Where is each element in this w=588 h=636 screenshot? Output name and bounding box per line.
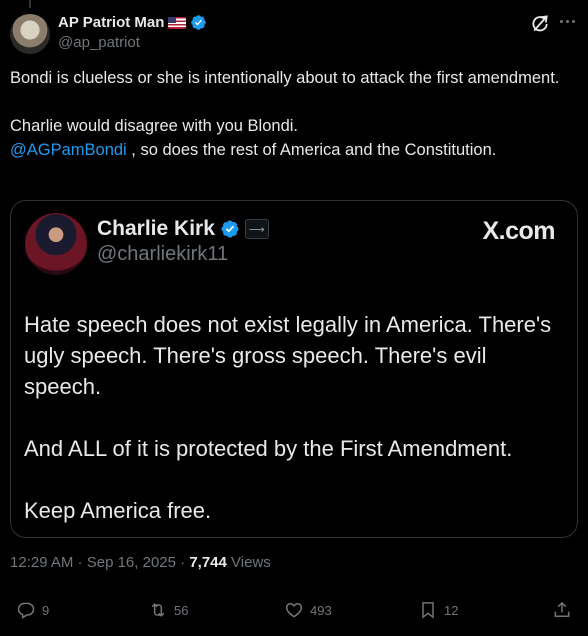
verified-badge-icon	[221, 220, 239, 238]
tweet-line-3: @AGPamBondi , so does the rest of Americ…	[10, 138, 570, 162]
embedded-quote-card[interactable]: Charlie Kirk ⟶ @charliekirk11 X.com Hate…	[10, 200, 578, 538]
bookmark-count: 12	[444, 602, 459, 618]
grok-icon[interactable]	[530, 14, 550, 34]
affiliate-badge-icon: ⟶	[244, 219, 269, 239]
author-name-row[interactable]: AP Patriot Man	[58, 14, 207, 31]
tweet-time[interactable]: 12:29 AM	[10, 554, 73, 571]
repost-icon	[151, 603, 165, 617]
author-handle[interactable]: @ap_patriot	[58, 34, 140, 51]
embed-paragraph-1: Hate speech does not exist legally in Am…	[24, 312, 552, 399]
share-button[interactable]	[552, 600, 572, 620]
reply-count: 9	[42, 602, 50, 618]
bookmark-button[interactable]: 12	[418, 600, 458, 620]
like-icon	[285, 602, 303, 618]
tweet-line-1: Bondi is clueless or she is intentionall…	[10, 69, 560, 87]
mention-link[interactable]: @AGPamBondi	[10, 141, 127, 159]
like-button[interactable]: 493	[284, 600, 332, 620]
embed-handle: @charliekirk11	[97, 243, 229, 265]
thread-line	[29, 0, 31, 8]
tweet-text: Bondi is clueless or she is intentionall…	[10, 66, 570, 162]
reply-button[interactable]: 9	[16, 600, 49, 620]
embed-text: Hate speech does not exist legally in Am…	[24, 309, 564, 526]
avatar[interactable]	[10, 14, 50, 54]
share-icon	[554, 601, 570, 617]
tweet-date[interactable]: Sep 16, 2025	[87, 554, 176, 571]
tweet-meta: 12:29 AM · Sep 16, 2025 · 7,744 Views	[10, 554, 271, 571]
embed-name-row: Charlie Kirk ⟶	[97, 217, 269, 241]
embed-paragraph-2: And ALL of it is protected by the First …	[24, 436, 513, 461]
embed-avatar	[25, 213, 87, 275]
tweet-header: AP Patriot Man @ap_patriot	[10, 12, 578, 54]
views-count: 7,744	[189, 554, 227, 571]
repost-button[interactable]: 56	[148, 600, 188, 620]
tweet-line-2: Charlie would disagree with you Blondi.	[10, 117, 298, 135]
repost-count: 56	[174, 602, 189, 618]
bookmark-icon	[422, 602, 434, 619]
embed-paragraph-3: Keep America free.	[24, 498, 212, 523]
embed-display-name: Charlie Kirk	[97, 217, 215, 240]
more-icon[interactable]	[560, 20, 578, 26]
reply-icon	[17, 602, 35, 619]
tweet-line-3-rest: , so does the rest of America and the Co…	[126, 141, 497, 159]
source-label: X.com	[482, 217, 555, 245]
us-flag-icon	[168, 16, 187, 29]
like-count: 493	[310, 602, 332, 618]
verified-badge-icon	[191, 15, 207, 30]
views-label: Views	[226, 554, 271, 571]
action-bar: 9 56 493 12	[0, 600, 588, 630]
meta-separator: ·	[73, 554, 87, 571]
author-display-name[interactable]: AP Patriot Man	[58, 14, 164, 31]
meta-separator: ·	[175, 554, 190, 571]
